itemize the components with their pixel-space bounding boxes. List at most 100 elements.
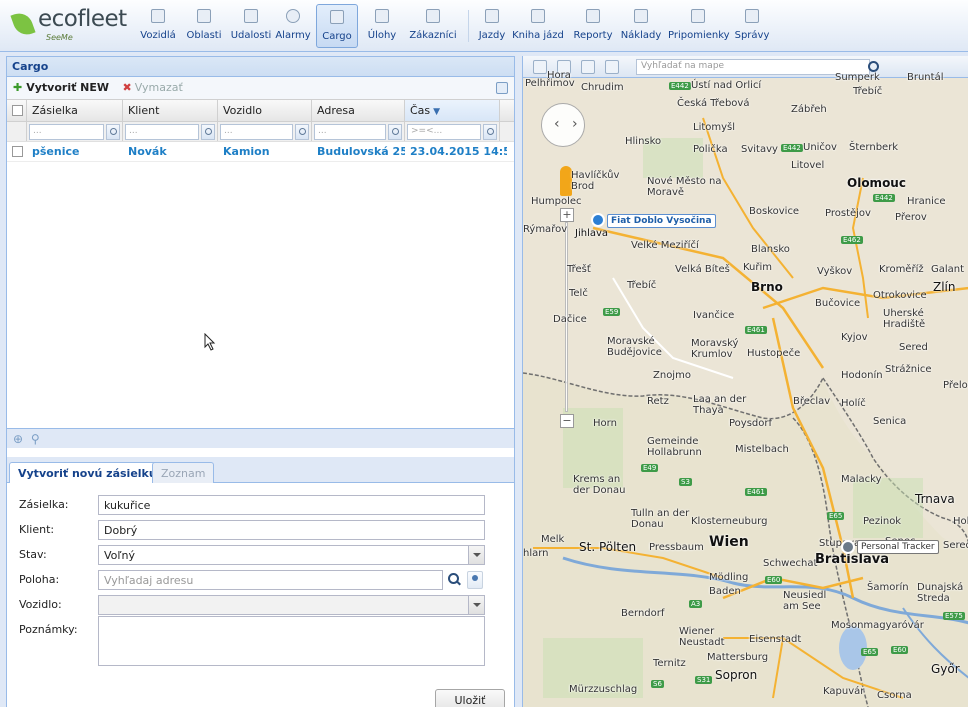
client-input[interactable]: Dobrý	[98, 520, 485, 540]
status-select[interactable]: Voľný	[98, 545, 485, 565]
task-icon	[375, 9, 389, 23]
tracker-marker-icon[interactable]	[841, 540, 855, 554]
map-label: Győr	[931, 662, 960, 676]
map-label: Kuřim	[743, 262, 773, 273]
shipment-input[interactable]: kukuřice	[98, 495, 485, 515]
map-label: Hodonín	[841, 370, 883, 381]
search-icon[interactable]	[483, 124, 497, 140]
map-canvas[interactable]: + − Pelhřimov Hora Chrudim E442 Ústí nad…	[523, 70, 968, 707]
toolbar-spravy-button[interactable]: Správy	[732, 4, 772, 48]
toolbar-vozidla-button[interactable]: Vozidlá	[138, 4, 178, 48]
road-shield: A3	[689, 600, 703, 608]
column-header-time[interactable]: Čas ▼	[405, 100, 500, 121]
chevron-down-icon[interactable]	[468, 546, 484, 564]
measure-icon[interactable]	[605, 60, 619, 74]
chevron-down-icon[interactable]	[468, 596, 484, 614]
cell-time[interactable]: 23.04.2015 14:55	[405, 142, 507, 161]
map-label: Přelouč	[943, 380, 968, 391]
filter-vehicle: ...	[218, 122, 312, 141]
map-label: Sered	[943, 540, 968, 551]
map-label: Moravský Krumlov	[691, 338, 739, 360]
road-shield: E60	[891, 646, 909, 654]
toolbar-alarmy-button[interactable]: Alarmy	[274, 4, 312, 48]
map-label: Ternitz	[653, 658, 686, 669]
road-shield: E59	[603, 308, 621, 316]
column-header-address[interactable]: Adresa	[312, 100, 405, 121]
cell-vehicle[interactable]: Kamion	[218, 142, 312, 161]
search-icon[interactable]	[106, 124, 120, 140]
layers-icon[interactable]	[581, 60, 595, 74]
zoom-in-icon[interactable]: ⊕	[13, 432, 23, 446]
location-input[interactable]: Vyhľadaj adresu	[98, 570, 443, 590]
row-select-cell	[7, 142, 27, 161]
status-row: Stav: Voľný	[7, 545, 514, 565]
zoom-in-button[interactable]: +	[560, 208, 574, 222]
toolbar-ulohy-button[interactable]: Úlohy	[366, 4, 398, 48]
cell-client[interactable]: Novák	[123, 142, 218, 161]
search-icon[interactable]	[295, 124, 309, 140]
search-icon[interactable]	[445, 570, 463, 590]
filter-address-input[interactable]: ...	[314, 124, 386, 140]
map-label: Mistelbach	[735, 444, 789, 455]
table-row[interactable]: pšenice Novák Kamion Budulovská 25... 23…	[7, 142, 514, 162]
tab-list[interactable]: Zoznam	[152, 462, 215, 483]
tracker-marker-label[interactable]: Personal Tracker	[857, 540, 939, 554]
tab-create-shipment[interactable]: Vytvoriť novú zásielku	[9, 462, 166, 484]
map-pin-icon[interactable]	[467, 571, 483, 589]
map-label: Havlíčkův Brod	[571, 170, 620, 192]
map-label: Rýmařov	[523, 224, 568, 235]
route-icon	[485, 9, 499, 23]
map-label: Sered	[899, 342, 928, 353]
filter-client-input[interactable]: ...	[125, 124, 199, 140]
delete-button[interactable]: Vymazať	[135, 81, 183, 94]
grid-toolbar: ✚ Vytvoriť NEW ✖ Vymazať	[7, 77, 514, 100]
search-icon[interactable]: ⚲	[31, 432, 40, 446]
map-label: Šamorín	[867, 582, 909, 593]
notes-textarea[interactable]	[98, 616, 485, 666]
location-label: Poloha:	[19, 573, 60, 586]
column-header-client[interactable]: Klient	[123, 100, 218, 121]
cost-icon	[634, 9, 648, 23]
filter-client: ...	[123, 122, 218, 141]
search-icon[interactable]	[201, 124, 215, 140]
cell-shipment[interactable]: pšenice	[27, 142, 123, 161]
map-label: Mattersburg	[707, 652, 769, 663]
toolbar-cargo-button[interactable]: Cargo	[316, 4, 358, 48]
map-label: Třešť	[567, 264, 591, 275]
create-button[interactable]: Vytvoriť NEW	[26, 81, 109, 94]
select-all-checkbox[interactable]	[12, 105, 23, 116]
vehicle-select[interactable]	[98, 595, 485, 615]
filter-vehicle-input[interactable]: ...	[220, 124, 293, 140]
map-label: Olomouc	[847, 176, 906, 190]
calendar-icon	[691, 9, 705, 23]
map-label: Holíč	[841, 398, 866, 409]
toolbar-jazdy-button[interactable]: Jazdy	[476, 4, 508, 48]
toolbar-udalosti-button[interactable]: Udalosti	[228, 4, 274, 48]
vehicle-marker-label[interactable]: Fiat Doblo Vysočina	[607, 214, 716, 228]
pan-control[interactable]	[541, 103, 585, 147]
map-label: Třebíč	[853, 86, 883, 97]
map-label: Mürzzuschlag	[569, 684, 638, 695]
save-button[interactable]: Uložiť	[435, 689, 505, 707]
search-icon[interactable]	[388, 124, 402, 140]
map-label: Hora	[547, 70, 571, 81]
filter-time-input[interactable]: >=<...	[407, 124, 481, 140]
toolbar-pripomienky-button[interactable]: Pripomienky	[668, 4, 730, 48]
toolbar-kniha-jazd-button[interactable]: Kniha jázd	[509, 4, 567, 48]
row-checkbox[interactable]	[12, 146, 23, 157]
toolbar-naklady-button[interactable]: Náklady	[618, 4, 664, 48]
cell-address[interactable]: Budulovská 25...	[312, 142, 405, 161]
toolbar-reporty-button[interactable]: Reporty	[572, 4, 614, 48]
vehicle-marker-icon[interactable]	[591, 213, 605, 227]
grid-header: Zásielka Klient Vozidlo Adresa Čas ▼	[7, 100, 514, 122]
map-label: Kyjov	[841, 332, 868, 343]
column-header-shipment[interactable]: Zásielka	[27, 100, 123, 121]
filter-shipment-input[interactable]: ...	[29, 124, 104, 140]
column-header-vehicle[interactable]: Vozidlo	[218, 100, 312, 121]
toolbar-oblasti-button[interactable]: Oblasti	[184, 4, 224, 48]
arrow-left-icon[interactable]	[533, 60, 547, 74]
client-label: Klient:	[19, 523, 55, 536]
refresh-icon[interactable]	[496, 82, 508, 94]
toolbar-zakaznici-button[interactable]: Zákazníci	[406, 4, 460, 48]
zoom-out-button[interactable]: −	[560, 414, 574, 428]
